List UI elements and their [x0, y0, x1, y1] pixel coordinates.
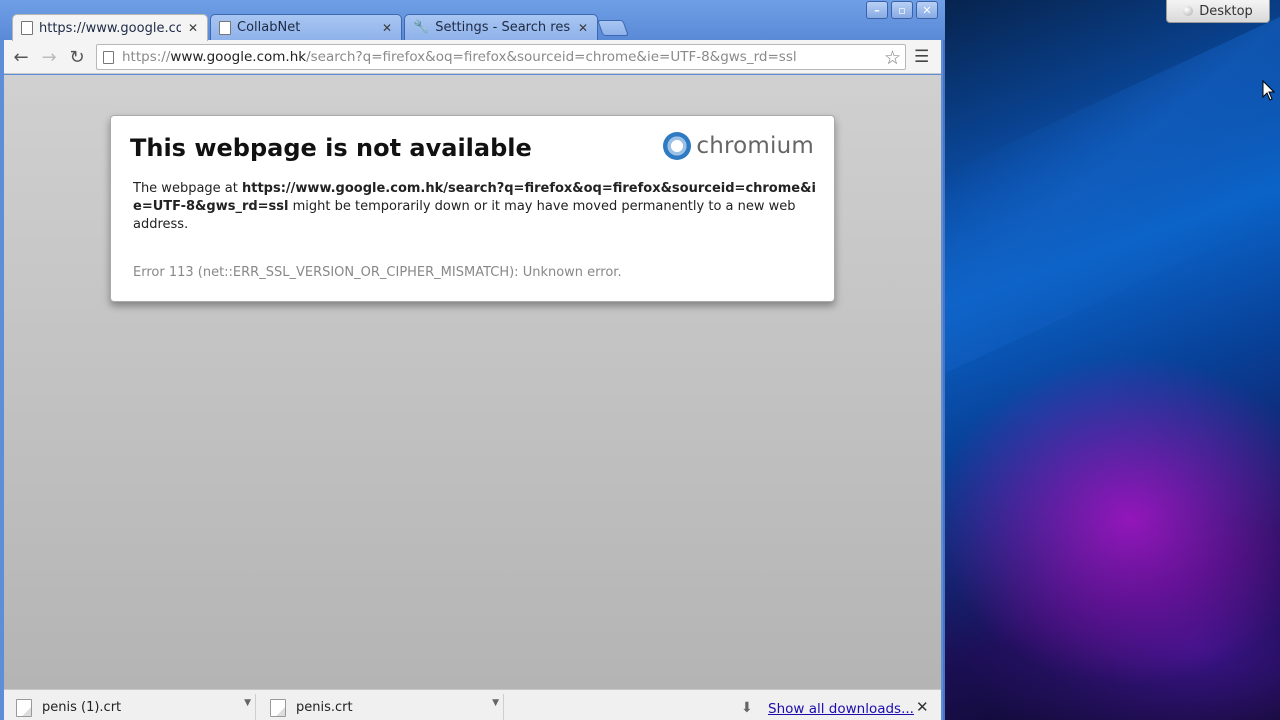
- tab-close-icon[interactable]: ✕: [577, 21, 589, 35]
- error-description: The webpage at https://www.google.com.hk…: [133, 180, 823, 234]
- error-code: Error 113 (net::ERR_SSL_VERSION_OR_CIPHE…: [133, 265, 622, 280]
- page-icon: [103, 50, 114, 64]
- error-desc-prefix: The webpage at: [133, 181, 242, 196]
- tab-title: CollabNet: [237, 20, 301, 35]
- error-panel: This webpage is not available chromium T…: [110, 115, 835, 302]
- bookmark-star-icon[interactable]: ☆: [884, 47, 901, 69]
- reload-icon[interactable]: ↻: [66, 46, 88, 68]
- tab-title: Settings - Search results: [435, 20, 571, 35]
- page-content: This webpage is not available chromium T…: [4, 75, 941, 689]
- tab-title: https://www.google.com.hk/search?q=firef…: [39, 20, 181, 36]
- error-title: This webpage is not available: [130, 134, 532, 162]
- forward-arrow-icon[interactable]: →: [38, 46, 60, 68]
- page-favicon-icon: [219, 20, 231, 35]
- address-bar[interactable]: https://www.google.com.hk/search?q=firef…: [96, 44, 906, 70]
- maximize-icon[interactable]: ▫: [891, 1, 913, 19]
- desktop-icon: [1183, 6, 1194, 16]
- tab-settings[interactable]: 🔧 Settings - Search results ✕: [404, 14, 598, 40]
- page-favicon-icon: [21, 21, 33, 35]
- show-all-downloads-link[interactable]: Show all downloads...: [768, 701, 914, 717]
- tab-close-icon[interactable]: ✕: [187, 21, 199, 35]
- browser-window: https://www.google.com.hk/search?q=firef…: [0, 0, 945, 720]
- close-window-icon[interactable]: ✕: [916, 1, 938, 19]
- download-item[interactable]: penis.crt ▼: [270, 694, 504, 720]
- minimize-icon[interactable]: –: [866, 1, 888, 19]
- tab-google-search[interactable]: https://www.google.com.hk/search?q=firef…: [12, 14, 208, 41]
- url-scheme: https://: [122, 49, 171, 65]
- desktop-wallpaper-band: [945, 16, 1280, 374]
- file-icon: [16, 698, 32, 717]
- chromium-logo-text: chromium: [696, 133, 814, 159]
- tab-collabnet[interactable]: CollabNet ✕: [210, 14, 402, 40]
- desktop-button-label: Desktop: [1199, 3, 1253, 19]
- chevron-down-icon[interactable]: ▼: [244, 698, 251, 708]
- chromium-logo: chromium: [663, 132, 814, 160]
- tab-close-icon[interactable]: ✕: [381, 21, 393, 35]
- download-arrow-icon: ⬇: [741, 700, 753, 716]
- download-item[interactable]: penis (1).crt ▼: [16, 694, 256, 720]
- chromium-logo-icon: [663, 132, 692, 160]
- tab-strip: https://www.google.com.hk/search?q=firef…: [0, 0, 945, 41]
- show-desktop-button[interactable]: Desktop: [1166, 0, 1270, 23]
- back-arrow-icon[interactable]: ←: [10, 46, 32, 68]
- url-host: www.google.com.hk: [170, 49, 307, 65]
- download-filename: penis (1).crt: [42, 700, 122, 715]
- close-downloads-icon[interactable]: ✕: [916, 698, 929, 716]
- download-filename: penis.crt: [296, 700, 353, 715]
- file-icon: [270, 698, 286, 717]
- mouse-cursor-icon: [1262, 79, 1276, 101]
- downloads-shelf: penis (1).crt ▼ penis.crt ▼ ⬇ Show all d…: [4, 689, 941, 720]
- wrench-icon: 🔧: [413, 20, 430, 35]
- chevron-down-icon[interactable]: ▼: [492, 698, 499, 708]
- new-tab-button[interactable]: [597, 20, 629, 36]
- browser-toolbar: ← → ↻ https://www.google.com.hk/search?q…: [4, 40, 941, 74]
- window-controls: – ▫ ✕: [866, 1, 938, 19]
- url-path: /search?q=firefox&oq=firefox&sourceid=ch…: [306, 49, 797, 65]
- menu-hamburger-icon[interactable]: ☰: [914, 47, 929, 67]
